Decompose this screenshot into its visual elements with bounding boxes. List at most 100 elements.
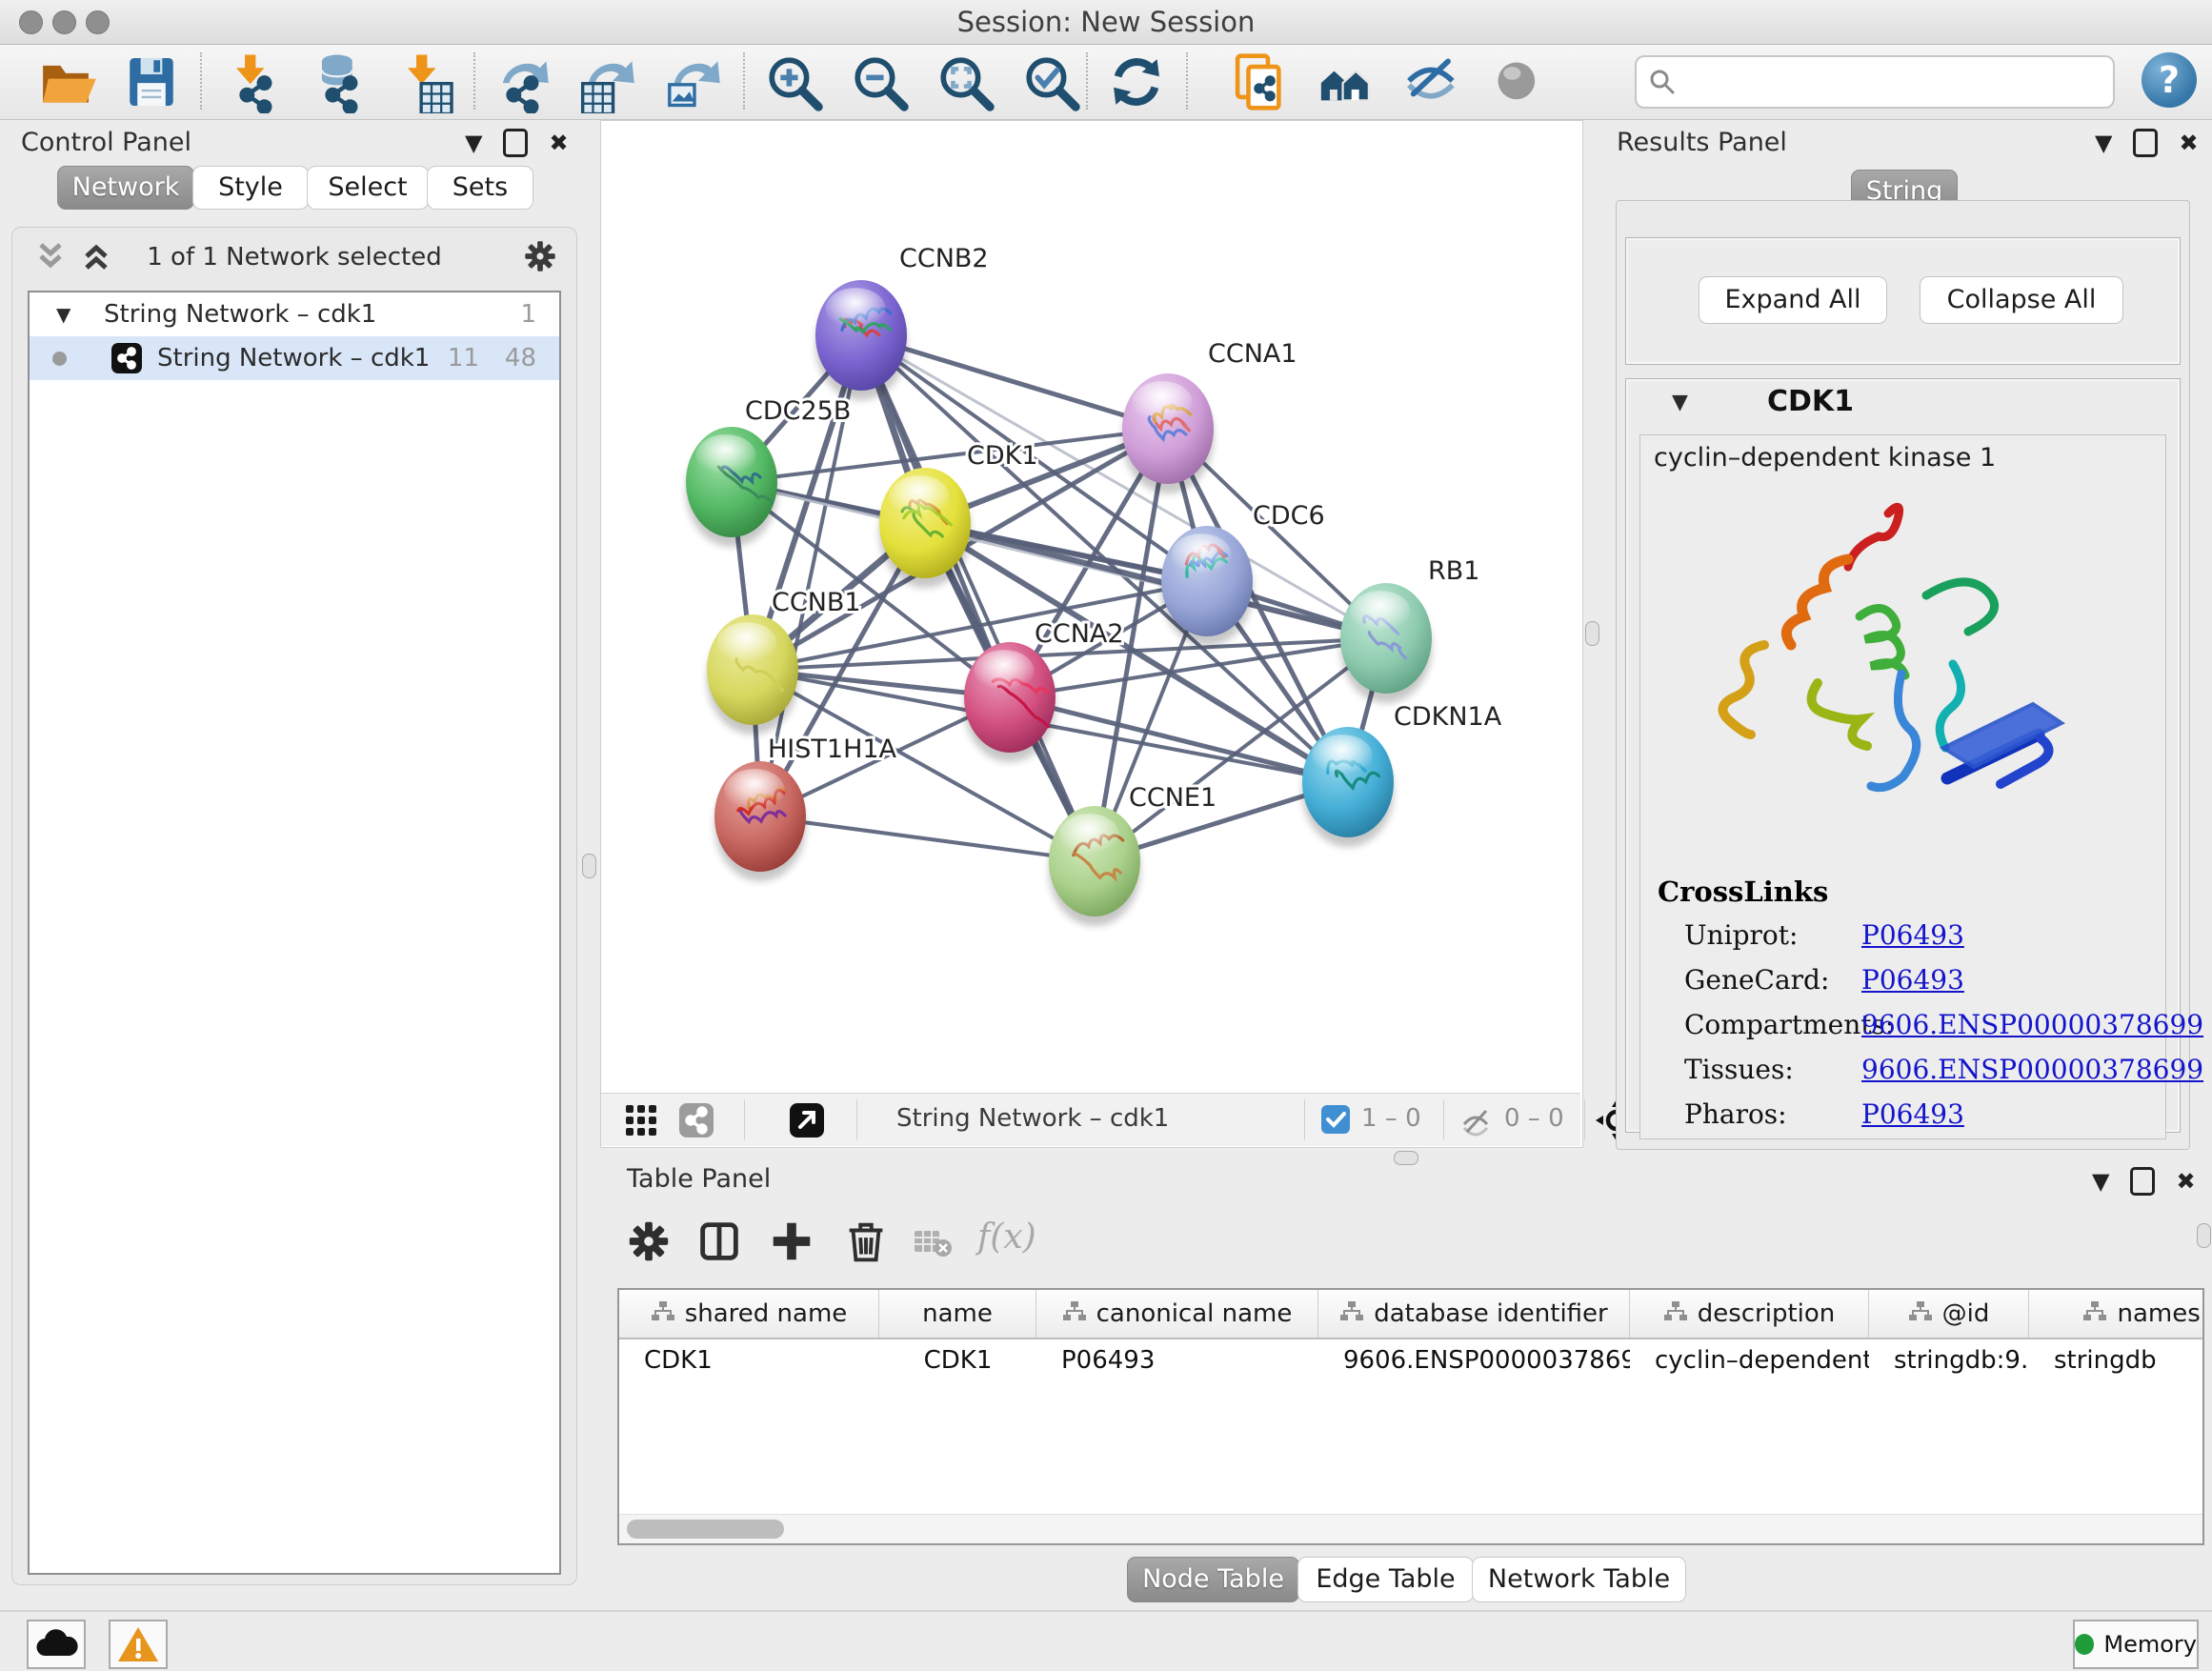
table-settings-gear-icon[interactable]	[623, 1216, 674, 1267]
table-row[interactable]: CDK1CDK1P064939606.ENSP00000378699cyclin…	[619, 1339, 2204, 1381]
panel-close-icon[interactable]: ✖	[2179, 130, 2198, 156]
refresh-icon[interactable]	[1105, 50, 1168, 113]
toolbar-divider	[1584, 1099, 1585, 1140]
zoom-fit-icon[interactable]	[934, 50, 996, 113]
copy-documents-icon[interactable]	[1229, 50, 1292, 113]
column-header-namespace[interactable]: namespace	[2029, 1290, 2204, 1338]
panel-float-icon[interactable]	[503, 129, 528, 157]
panel-close-icon[interactable]: ✖	[2176, 1168, 2195, 1195]
gene-collapse-icon[interactable]: ▼	[1672, 391, 1688, 414]
export-table-icon[interactable]	[573, 50, 636, 113]
column-header-name[interactable]: name	[879, 1290, 1036, 1338]
crosslink-link[interactable]: P06493	[1861, 964, 1964, 996]
column-header-description[interactable]: description	[1630, 1290, 1869, 1338]
column-header-label: description	[1698, 1299, 1836, 1328]
panel-float-icon[interactable]	[2133, 129, 2158, 157]
crosslink-link[interactable]: 9606.ENSP00000378699	[1861, 1009, 2203, 1040]
network-node-count: 11	[448, 336, 479, 380]
save-session-icon[interactable]	[120, 50, 183, 113]
crosslink-link[interactable]: P06493	[1861, 1098, 1964, 1130]
tab-edge-table[interactable]: Edge Table	[1297, 1557, 1474, 1602]
panel-menu-icon[interactable]: ▼	[2092, 1168, 2109, 1195]
crosslinks-heading: CrossLinks	[1658, 876, 1828, 908]
crosslink-link[interactable]: 9606.ENSP00000378699	[1861, 1054, 2203, 1085]
left-splitter-handle[interactable]	[582, 854, 596, 878]
tab-select[interactable]: Select	[307, 166, 429, 210]
import-database-icon[interactable]	[307, 50, 370, 113]
network-view-title: String Network – cdk1	[896, 1104, 1169, 1133]
crosslink-row: Pharos:P06493	[1640, 1098, 2165, 1143]
import-network-icon[interactable]	[221, 50, 284, 113]
help-button[interactable]: ?	[2142, 52, 2197, 108]
export-image-icon[interactable]	[659, 50, 722, 113]
export-network-icon[interactable]	[488, 50, 551, 113]
gene-description: cyclin–dependent kinase 1	[1654, 443, 1996, 473]
table-cell[interactable]: 9606.ENSP00000378699	[1318, 1339, 1630, 1381]
import-table-icon[interactable]	[392, 50, 455, 113]
warnings-button[interactable]	[109, 1620, 168, 1669]
right-splitter-handle[interactable]	[1585, 621, 1599, 646]
panel-close-icon[interactable]: ✖	[549, 130, 568, 156]
scrollbar-thumb[interactable]	[627, 1520, 784, 1539]
results-panel-title: Results Panel	[1617, 128, 1787, 157]
selected-checkbox[interactable]	[1321, 1105, 1350, 1134]
table-cell[interactable]: cyclin–dependent ...	[1630, 1339, 1869, 1381]
tab-node-table[interactable]: Node Table	[1127, 1557, 1299, 1602]
grid-view-icon[interactable]	[622, 1101, 660, 1139]
table-cell[interactable]: CDK1	[619, 1339, 879, 1381]
preview-icon[interactable]	[1486, 50, 1549, 113]
add-column-icon[interactable]	[766, 1216, 817, 1267]
network-collection-row[interactable]: ▼ String Network – cdk1 1	[30, 292, 559, 336]
node-label-CDC6: CDC6	[1253, 501, 1325, 531]
tab-style[interactable]: Style	[192, 166, 309, 210]
network-canvas[interactable]: CCNB2CCNA1CDC25BCDK1CDC6RB1CCNB1CCNA2CDK…	[601, 121, 1580, 1093]
birdseye-view-icon[interactable]	[788, 1101, 826, 1139]
panel-menu-icon[interactable]: ▼	[465, 130, 482, 156]
node-label-CCNE1: CCNE1	[1129, 783, 1217, 813]
string-share-icon[interactable]	[677, 1101, 715, 1139]
table-horizontal-scrollbar[interactable]	[619, 1514, 2202, 1543]
crosslink-row: GeneCard:P06493	[1640, 964, 2165, 1009]
crosslink-link[interactable]: P06493	[1861, 919, 1964, 951]
collapse-all-button[interactable]: Collapse All	[1920, 276, 2123, 324]
zoom-selected-icon[interactable]	[1019, 50, 1082, 113]
tab-sets[interactable]: Sets	[427, 166, 533, 210]
column-header-canonical-name[interactable]: canonical name	[1036, 1290, 1318, 1338]
zoom-in-icon[interactable]	[762, 50, 825, 113]
hide-items-icon[interactable]	[1400, 50, 1463, 113]
table-panel-controls: ▼ ✖	[2092, 1162, 2196, 1200]
table-cell[interactable]: stringdb	[2029, 1339, 2204, 1381]
expand-all-button[interactable]: Expand All	[1699, 276, 1887, 324]
delete-column-trash-icon[interactable]	[840, 1216, 892, 1267]
memory-button[interactable]: Memory	[2073, 1620, 2199, 1669]
table-cell[interactable]: stringdb:9...	[1869, 1339, 2029, 1381]
network-row-selected[interactable]: String Network – cdk1 11 48	[30, 336, 559, 380]
column-header-label: name	[922, 1299, 993, 1328]
show-columns-icon[interactable]	[694, 1216, 745, 1267]
table-cell[interactable]: CDK1	[879, 1339, 1036, 1381]
search-field-container	[1635, 55, 2115, 109]
cloud-status-button[interactable]	[27, 1620, 86, 1669]
show-panels-icon[interactable]	[1315, 50, 1377, 113]
column-header--id[interactable]: @id	[1869, 1290, 2029, 1338]
control-panel: Control Panel ▼ ✖ NetworkStyleSelectSets…	[8, 124, 583, 1589]
open-file-icon[interactable]	[34, 50, 97, 113]
panel-float-icon[interactable]	[2130, 1167, 2155, 1196]
search-input[interactable]	[1686, 61, 2100, 101]
network-options-gear-icon[interactable]	[521, 237, 559, 275]
tree-expand-icon[interactable]: ▼	[56, 292, 70, 336]
warning-icon	[111, 1621, 166, 1667]
status-bar: Memory	[0, 1610, 2212, 1671]
memory-status-icon	[2075, 1634, 2094, 1655]
crosslink-row: Uniprot:P06493	[1640, 919, 2165, 964]
panel-menu-icon[interactable]: ▼	[2095, 130, 2112, 156]
tab-network-table[interactable]: Network Table	[1472, 1557, 1686, 1602]
column-header-label: database identifier	[1374, 1299, 1608, 1328]
network-collection-count: 1	[520, 292, 536, 336]
zoom-out-icon[interactable]	[848, 50, 911, 113]
tab-network[interactable]: Network	[57, 166, 194, 210]
crosslinks-list: Uniprot:P06493GeneCard:P06493Compartment…	[1640, 919, 2165, 1143]
column-header-shared-name[interactable]: shared name	[619, 1290, 879, 1338]
column-header-database-identifier[interactable]: database identifier	[1318, 1290, 1630, 1338]
table-cell[interactable]: P06493	[1036, 1339, 1318, 1381]
